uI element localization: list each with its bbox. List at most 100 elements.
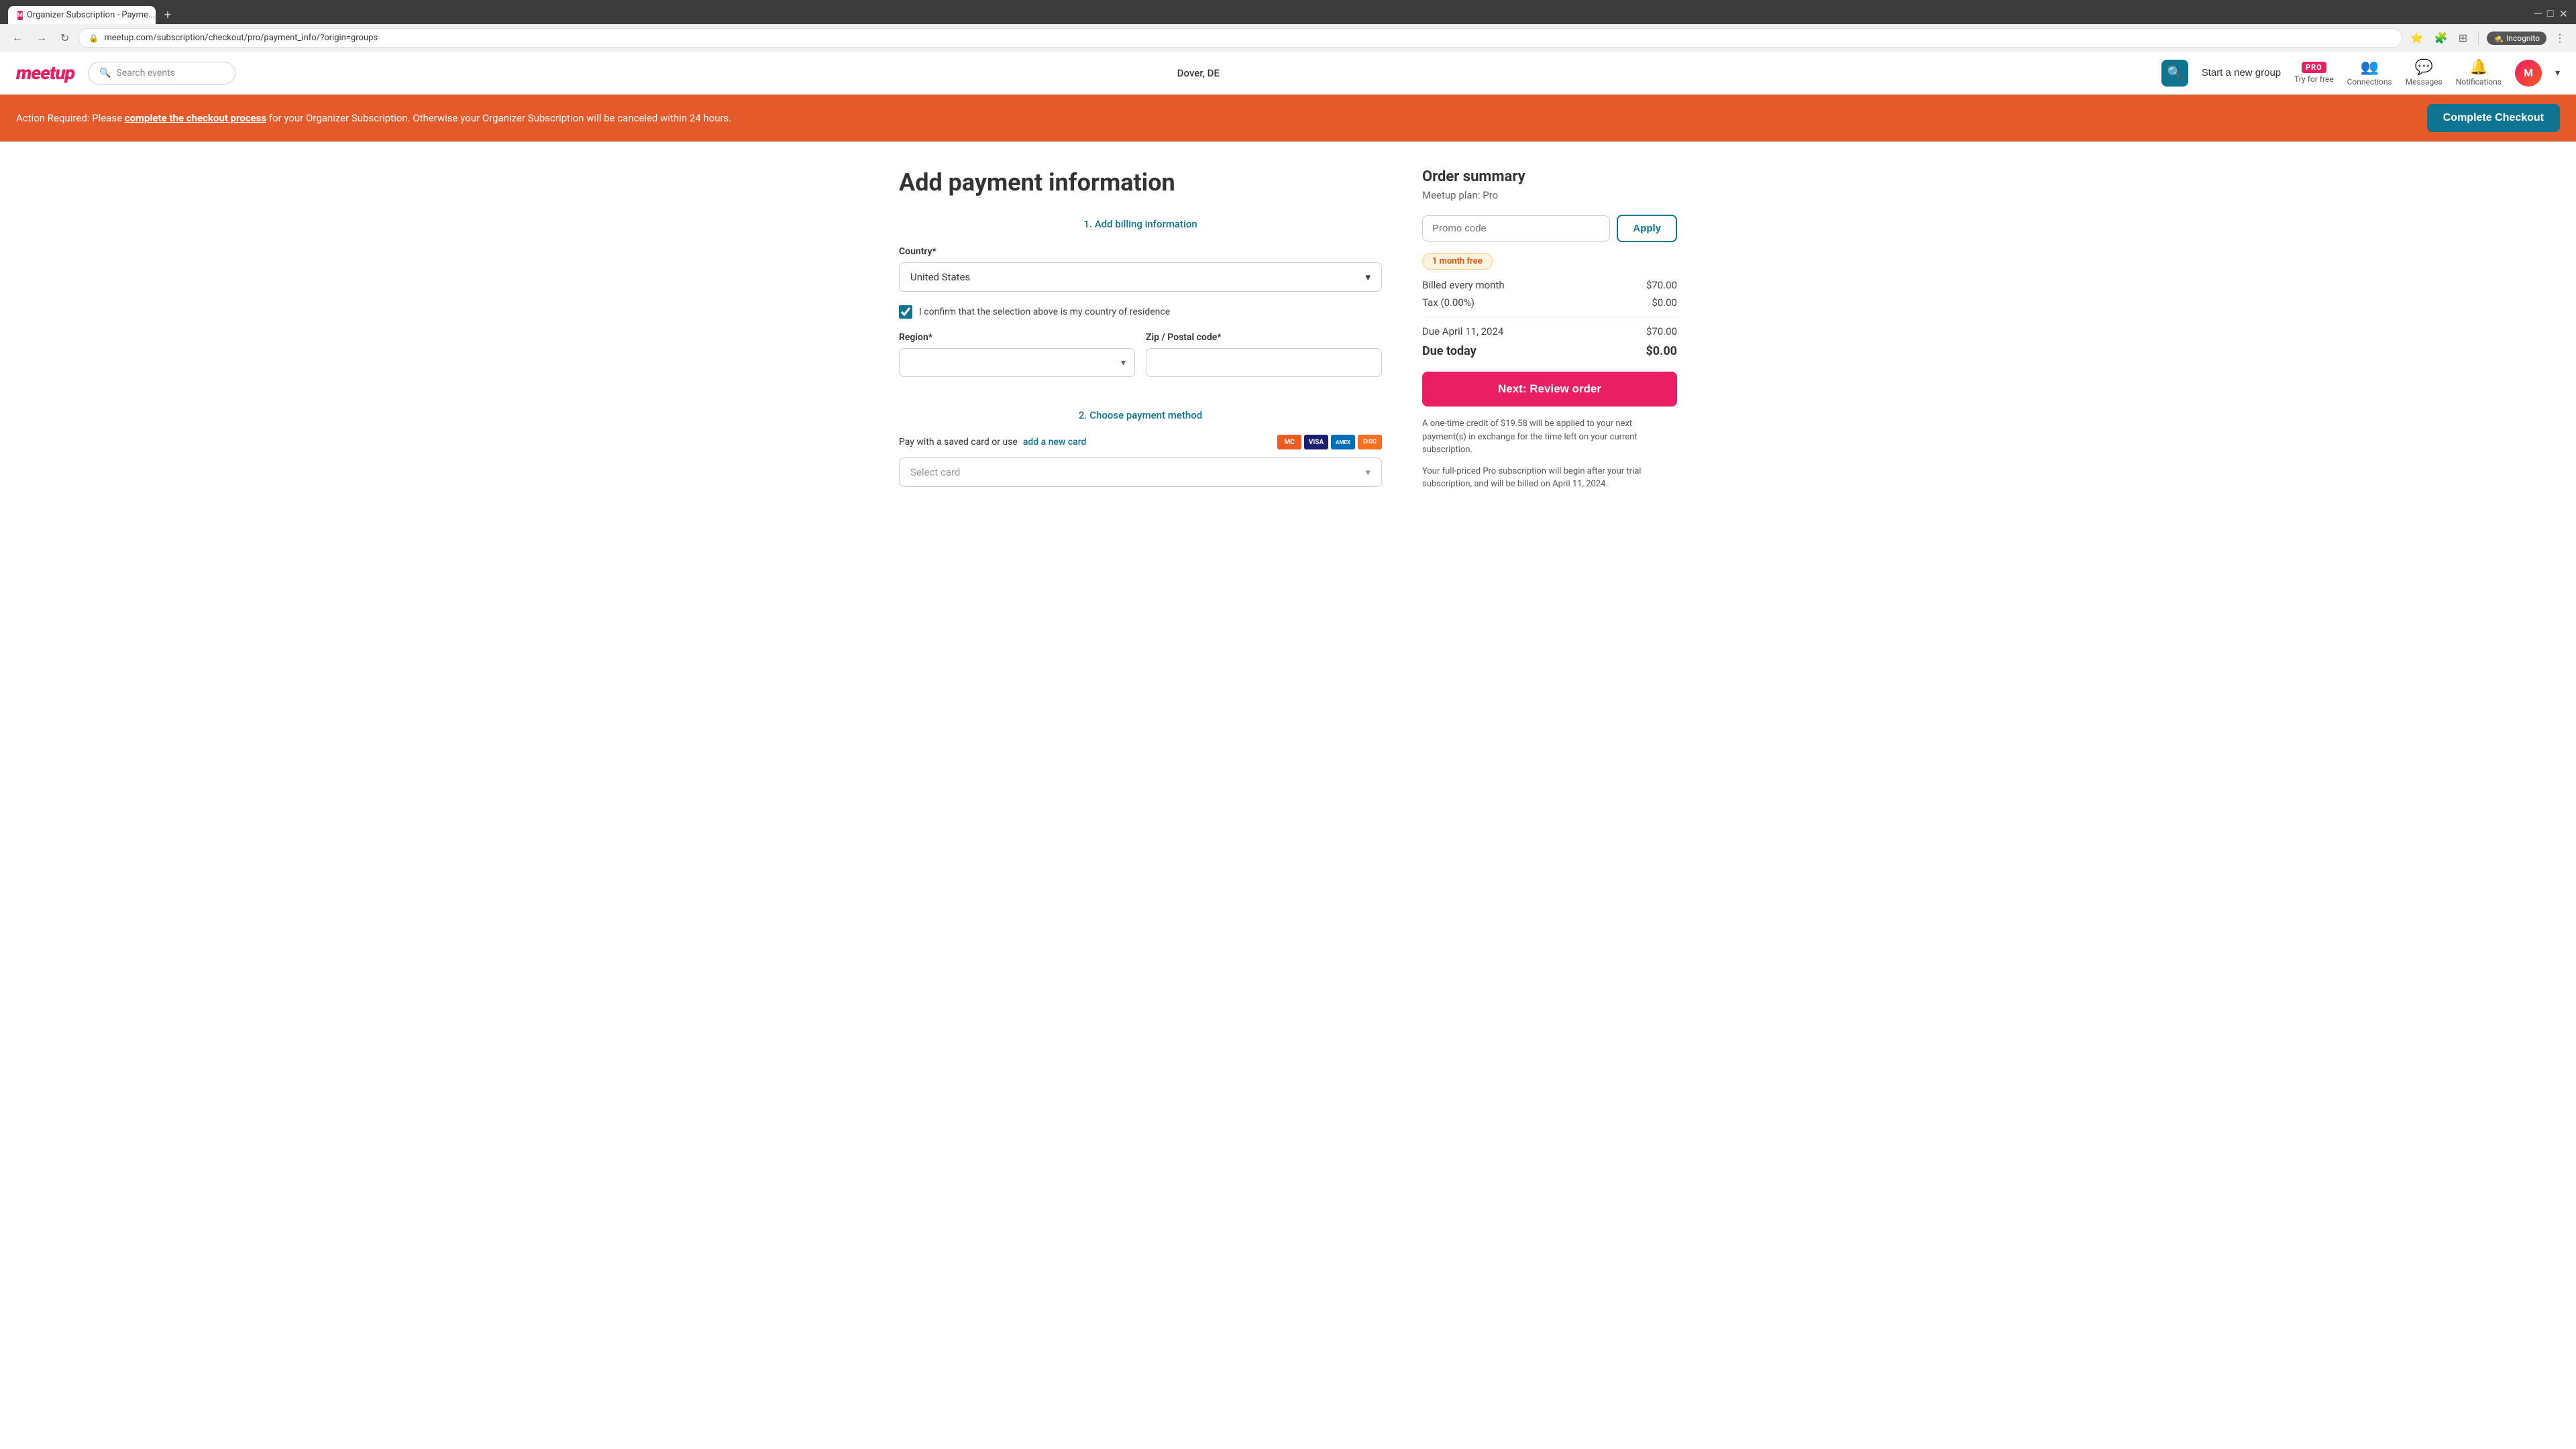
connections-label: Connections [2347,77,2392,87]
plan-name: Meetup plan: Pro [1422,189,1677,201]
country-field-group: Country* United States ▾ [899,246,1382,292]
step2-label: 2. Choose payment method [899,409,1382,421]
tax-amount: $0.00 [1652,297,1677,309]
tax-label: Tax (0.00%) [1422,297,1474,309]
search-bar[interactable]: 🔍 Search events [88,62,235,85]
extensions-icon[interactable]: 🧩 [2432,29,2451,48]
due-date-label: Due April 11, 2024 [1422,325,1503,337]
select-card-chevron-icon: ▾ [1365,466,1371,478]
messages-label: Messages [2406,77,2443,87]
country-value: United States [910,271,970,283]
site-logo[interactable]: meetup [16,62,74,84]
mastercard-icon: MC [1277,435,1301,449]
free-badge: 1 month free [1422,253,1493,270]
discover-icon: DISC [1358,435,1382,449]
tab-favicon: M [17,11,23,20]
pro-badge: PRO [2302,62,2326,73]
avatar-chevron[interactable]: ▾ [2555,68,2560,78]
region-field-group: Region* ▾ [899,332,1135,377]
country-select[interactable]: United States ▾ [899,262,1382,292]
page-title: Add payment information [899,168,1382,197]
due-today-line: Due today $0.00 [1422,344,1677,358]
more-menu-button[interactable]: ⋮ [2552,29,2568,48]
location-display[interactable]: Dover, DE [249,67,2148,79]
billed-monthly-line: Billed every month $70.00 [1422,279,1677,291]
incognito-label: Incognito [2506,34,2540,43]
connections-icon: 👥 [2360,59,2378,76]
select-card-dropdown[interactable]: Select card ▾ [899,458,1382,487]
trial-note: Your full-priced Pro subscription will b… [1422,465,1677,491]
country-chevron-icon: ▾ [1365,271,1371,283]
active-tab[interactable]: M Organizer Subscription - Payme... ✕ [8,6,156,24]
card-icons: MC VISA AMEX DISC [1277,435,1382,449]
zip-field-group: Zip / Postal code* [1146,332,1382,377]
billed-monthly-label: Billed every month [1422,279,1505,291]
incognito-badge: 🕵 Incognito [2487,32,2546,45]
back-button[interactable]: ← [8,30,27,47]
site-header: meetup 🔍 Search events Dover, DE 🔍 Start… [0,52,2576,95]
credit-note: A one-time credit of $19.58 will be appl… [1422,417,1677,457]
main-content: Add payment information 1. Add billing i… [818,142,1758,518]
messages-nav[interactable]: 💬 Messages [2406,59,2443,87]
due-date-line: Due April 11, 2024 $70.00 [1422,325,1677,337]
incognito-icon: 🕵 [2493,34,2504,43]
select-card-placeholder: Select card [910,466,960,478]
user-avatar[interactable]: M [2515,60,2542,87]
zip-label: Zip / Postal code* [1146,332,1382,343]
region-select-wrapper: ▾ [899,348,1135,377]
due-today-amount: $0.00 [1646,344,1677,358]
alert-checkout-link[interactable]: complete the checkout process [125,112,266,124]
region-label: Region* [899,332,1135,343]
messages-icon: 💬 [2415,59,2433,76]
complete-checkout-button[interactable]: Complete Checkout [2427,104,2560,132]
tax-line: Tax (0.00%) $0.00 [1422,297,1677,309]
avatar-image: M [2515,60,2542,87]
billed-monthly-amount: $70.00 [1646,279,1677,291]
browser-frame: M Organizer Subscription - Payme... ✕ + … [0,0,2576,52]
alert-banner: Action Required: Please complete the che… [0,95,2576,142]
residence-checkbox[interactable] [899,305,912,319]
select-card-wrapper: Select card ▾ [899,458,1382,487]
url-display: meetup.com/subscription/checkout/pro/pay… [104,33,2392,43]
region-zip-row: Region* ▾ Zip / Postal code* [899,332,1382,390]
order-summary-title: Order summary [1422,168,1677,185]
order-summary-sidebar: Order summary Meetup plan: Pro Apply 1 m… [1422,168,1677,491]
promo-code-input[interactable] [1422,215,1610,241]
address-bar[interactable]: 🔒 meetup.com/subscription/checkout/pro/p… [78,28,2402,48]
search-placeholder: Search events [116,68,174,78]
form-section: Add payment information 1. Add billing i… [899,168,1382,491]
payment-text: Pay with a saved card or use [899,437,1018,447]
zip-input[interactable] [1146,348,1382,377]
alert-text-before: Action Required: Please [16,112,125,124]
bookmarks-icon[interactable]: ⭐ [2408,29,2426,48]
due-date-amount: $70.00 [1646,325,1677,337]
apply-button[interactable]: Apply [1617,215,1677,242]
notifications-nav[interactable]: 🔔 Notifications [2456,59,2502,87]
maximize-button[interactable]: □ [2547,7,2554,20]
search-button[interactable]: 🔍 [2161,60,2188,87]
next-review-order-button[interactable]: Next: Review order [1422,372,1677,407]
connections-nav[interactable]: 👥 Connections [2347,59,2392,87]
browser-tabs-bar: M Organizer Subscription - Payme... ✕ + … [0,0,2576,24]
pro-try-free[interactable]: PRO Try for free [2294,62,2333,84]
region-select[interactable] [899,348,1135,377]
layout-icon[interactable]: ⊞ [2456,29,2470,48]
new-tab-button[interactable]: + [158,5,177,24]
amex-icon: AMEX [1331,435,1355,449]
add-new-card-link[interactable]: add a new card [1023,437,1087,447]
tab-title: Organizer Subscription - Payme... [27,10,155,20]
search-icon: 🔍 [99,68,111,78]
forward-button[interactable]: → [32,30,51,47]
residence-checkbox-label: I confirm that the selection above is my… [919,307,1170,317]
step1-label: 1. Add billing information [899,218,1382,230]
lock-icon: 🔒 [89,34,99,43]
visa-icon: VISA [1304,435,1328,449]
search-btn-icon: 🔍 [2167,66,2182,80]
promo-row: Apply [1422,215,1677,242]
notifications-label: Notifications [2456,77,2502,87]
refresh-button[interactable]: ↻ [56,29,73,48]
minimize-button[interactable]: ─ [2534,7,2542,20]
start-group-button[interactable]: Start a new group [2202,67,2281,78]
close-window-button[interactable]: ✕ [2559,7,2568,20]
residence-confirm-row: I confirm that the selection above is my… [899,305,1382,319]
